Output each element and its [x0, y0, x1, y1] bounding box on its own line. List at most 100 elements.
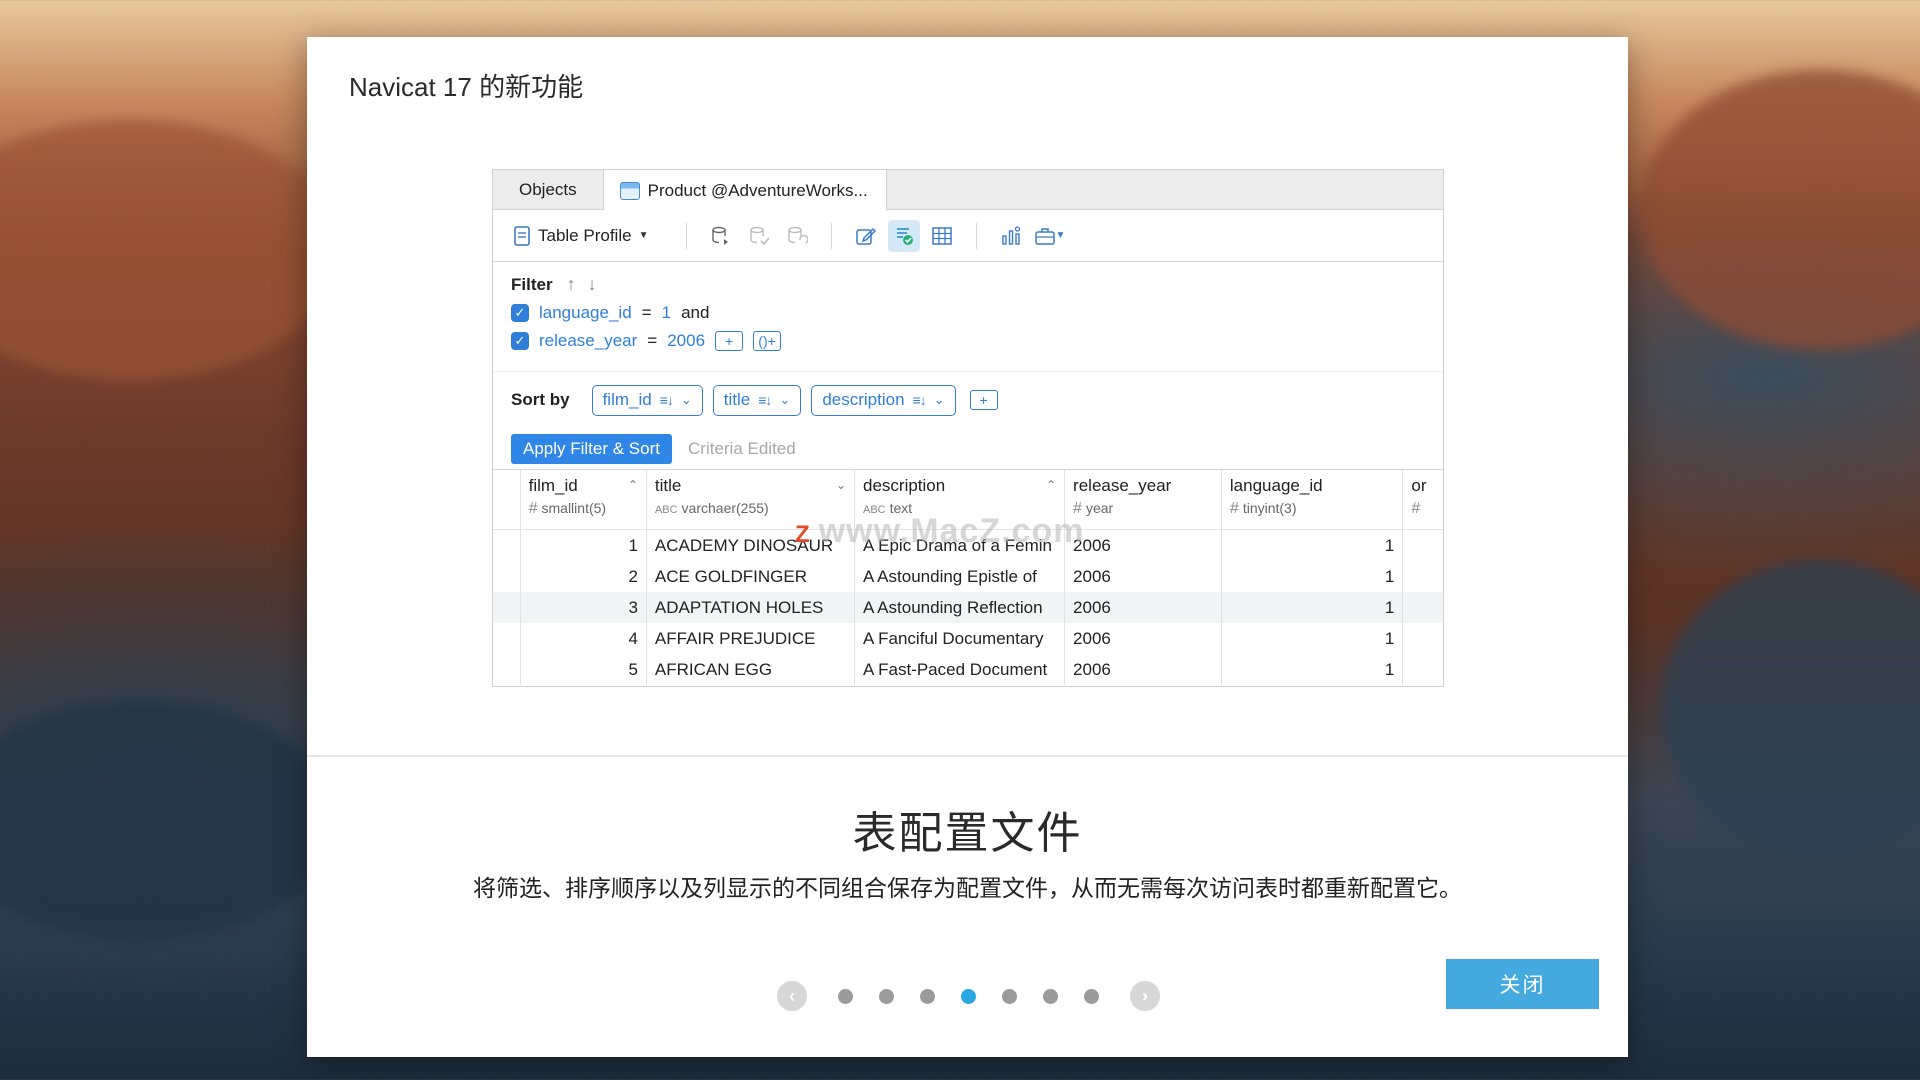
filter-check-icon — [897, 227, 914, 245]
page-dot[interactable] — [1084, 988, 1099, 1004]
tab-label: Product @AdventureWorks... — [647, 180, 868, 200]
tab-product[interactable]: Product @AdventureWorks... — [603, 170, 887, 211]
filter-panel: Filter ↑ ↓ ✓ language_id = 1 and ✓ relea… — [493, 262, 1443, 372]
background-landscape-lake — [0, 700, 340, 940]
column-header[interactable]: or # — [1403, 470, 1443, 529]
apply-row: Apply Filter & Sort Criteria Edited — [493, 428, 1443, 470]
arrow-down-icon[interactable]: ↓ — [588, 274, 597, 295]
toolbar-separator — [976, 222, 978, 249]
slide-pager: ‹ › — [777, 981, 1160, 1011]
sort-label: Sort by — [511, 390, 570, 409]
filter-sort-button[interactable] — [888, 219, 921, 252]
table-profile-label: Table Profile — [538, 225, 632, 245]
add-condition-button[interactable]: + — [715, 331, 744, 351]
commit-button[interactable] — [743, 220, 775, 252]
table-row[interactable]: 2 ACE GOLDFINGER A Astounding Epistle of… — [493, 561, 1443, 592]
toolbar-separator — [686, 222, 688, 249]
feature-description: 将筛选、排序顺序以及列显示的不同组合保存为配置文件，从而无需每次访问表时都重新配… — [473, 875, 1462, 901]
condition-checkbox[interactable]: ✓ — [511, 304, 529, 322]
table-row[interactable]: 4 AFFAIR PREJUDICE A Fanciful Documentar… — [493, 623, 1443, 654]
next-arrow-icon[interactable]: › — [1130, 981, 1160, 1011]
condition-operator[interactable]: = — [642, 303, 652, 323]
database-arrow-icon — [712, 226, 729, 245]
text-type-icon: ABC — [654, 504, 678, 516]
edit-button[interactable] — [850, 220, 882, 252]
page-dot[interactable] — [879, 988, 894, 1004]
begin-transaction-button[interactable] — [705, 220, 737, 252]
sort-field-title[interactable]: title ≡↓ ⌄ — [712, 384, 802, 416]
data-grid: film_id # smallint(5) ⌃ title ABC varchaer… — [493, 470, 1443, 685]
dialog-title: Navicat 17 的新功能 — [349, 72, 584, 102]
condition-field[interactable]: release_year — [539, 331, 637, 351]
condition-checkbox[interactable]: ✓ — [511, 332, 529, 350]
column-header[interactable]: language_id # tinyint(3) — [1222, 470, 1404, 529]
table-profile-dropdown[interactable]: Table Profile ▼ — [513, 226, 668, 246]
sort-down-icon: ⌄ — [835, 478, 846, 492]
sort-descending-icon: ≡↓ — [758, 392, 772, 408]
row-header-corner — [493, 470, 521, 529]
document-icon — [514, 225, 530, 246]
condition-value[interactable]: 2006 — [667, 331, 705, 351]
table-row[interactable]: 3 ADAPTATION HOLES A Astounding Reflecti… — [493, 592, 1443, 623]
sort-ascending-icon: ≡↓ — [659, 392, 674, 408]
add-sort-button[interactable]: + — [969, 390, 998, 410]
background-landscape-right — [1640, 70, 1920, 350]
apply-filter-sort-button[interactable]: Apply Filter & Sort — [511, 433, 672, 464]
filter-label: Filter — [511, 274, 553, 294]
add-group-button[interactable]: ()+ — [753, 331, 782, 351]
chart-button[interactable] — [995, 220, 1027, 252]
tab-label: Objects — [519, 180, 577, 199]
rollback-button[interactable] — [781, 220, 813, 252]
table-window-preview: Objects Product @AdventureWorks... Table… — [492, 169, 1444, 687]
previous-arrow-icon[interactable]: ‹ — [777, 981, 807, 1011]
grid-view-button[interactable] — [926, 220, 958, 252]
table-icon — [619, 181, 640, 200]
toolbox-icon — [1034, 227, 1055, 245]
chevron-down-icon: ⌄ — [933, 392, 945, 407]
column-header[interactable]: release_year # year — [1065, 470, 1222, 529]
sort-field-film-id[interactable]: film_id ≡↓ ⌄ — [591, 384, 703, 416]
sort-field-label: film_id — [602, 390, 652, 409]
filter-condition: ✓ release_year = 2006 + ()+ — [511, 331, 1443, 351]
page-dot-active[interactable] — [961, 988, 976, 1004]
number-type-icon: # — [1411, 500, 1421, 517]
grid-icon — [932, 226, 953, 245]
bar-chart-icon — [1002, 225, 1021, 245]
tab-bar: Objects Product @AdventureWorks... — [493, 170, 1443, 211]
arrow-up-icon[interactable]: ↑ — [567, 274, 576, 295]
criteria-status: Criteria Edited — [688, 438, 796, 458]
sort-up-icon: ⌃ — [1045, 478, 1057, 492]
watermark-logo-icon: Z — [795, 521, 811, 548]
page-dot[interactable] — [920, 988, 935, 1004]
toolbar-separator — [831, 222, 833, 249]
caret-down-icon: ▼ — [638, 230, 649, 241]
sort-ascending-icon: ≡↓ — [912, 392, 927, 408]
close-button[interactable]: 关闭 — [1446, 959, 1599, 1009]
tab-objects[interactable]: Objects — [493, 170, 604, 210]
page-dot[interactable] — [1043, 988, 1058, 1004]
page-dot[interactable] — [1002, 988, 1017, 1004]
sort-field-label: title — [723, 390, 751, 409]
table-row[interactable]: 5 AFRICAN EGG A Fast-Paced Document 2006… — [493, 654, 1443, 685]
condition-conjunction[interactable]: and — [681, 303, 709, 323]
chevron-down-icon: ⌄ — [680, 392, 692, 407]
toolbar: Table Profile ▼ ▼ — [493, 210, 1443, 262]
page-dot[interactable] — [838, 988, 853, 1004]
watermark: Zwww.MacZ.com — [795, 512, 1085, 550]
condition-operator[interactable]: = — [647, 331, 657, 351]
sort-panel: Sort by film_id ≡↓ ⌄ title ≡↓ ⌄ descript… — [493, 372, 1443, 428]
chevron-down-icon: ⌄ — [779, 392, 791, 407]
sort-field-label: description — [822, 390, 905, 409]
sort-field-description[interactable]: description ≡↓ ⌄ — [811, 384, 956, 416]
pencil-icon — [856, 227, 877, 245]
tools-dropdown-button[interactable]: ▼ — [1033, 220, 1065, 252]
background-landscape-right-lake — [1660, 560, 1920, 860]
sort-up-icon: ⌃ — [627, 478, 638, 492]
database-undo-icon — [788, 226, 809, 244]
column-header[interactable]: film_id # smallint(5) ⌃ — [521, 470, 647, 529]
background-landscape — [0, 120, 340, 380]
condition-value[interactable]: 1 — [662, 303, 671, 323]
feature-heading: 表配置文件 — [852, 809, 1083, 858]
condition-field[interactable]: language_id — [539, 303, 632, 323]
database-check-icon — [750, 226, 771, 245]
